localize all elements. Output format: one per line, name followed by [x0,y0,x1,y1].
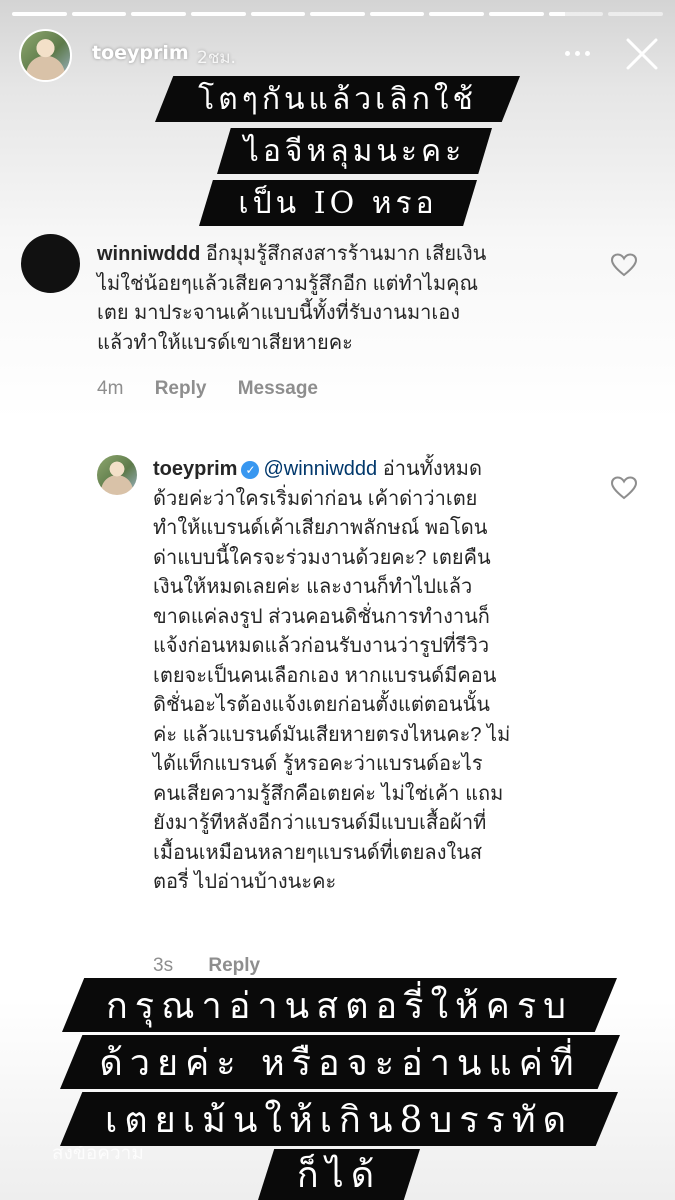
comment-meta: 4m Reply Message [97,378,318,400]
reply-button[interactable]: Reply [155,378,207,399]
story-progress-segment [12,12,67,16]
story-progress-segment [489,12,544,16]
comment-body: winniwddd อีกมุมรู้สึกสงสารร้านมาก เสียเ… [97,240,597,358]
reply-reply-button[interactable]: Reply [208,955,260,976]
reply-line: ยังมารู้ทีหลังอีกว่าแบรนด์มีแบบเสื้อผ้าท… [153,812,487,834]
caption-bottom-line-4: ก็ได้ [258,1149,420,1200]
story-progress-segment [131,12,186,16]
story-progress-fill [310,12,365,16]
reply-line: ขาดแค่ลงรูป ส่วนคอนดิชั่นการทำงานก็ [153,605,490,628]
commenter-avatar[interactable] [21,234,80,293]
story-progress-fill [131,12,186,16]
story-progress-segment [190,12,246,16]
reply-time: 3s [153,955,174,976]
caption-top-line-2: ไอจีหลุมนะคะ [217,128,492,174]
story-progress-fill [250,12,306,16]
story-progress-bar [12,12,664,16]
comment-line: แล้วทำให้แบรด์เขาเสียหายคะ [97,331,353,354]
verified-badge-icon: ✓ [241,461,260,479]
reply-line: ได้แท็กแบรนด์ รู้หรอคะว่าแบรนด์อะไร [153,753,483,775]
caption-bottom-line-2: ด้วยค่ะ หรือจะอ่านแค่ที่ [60,1035,620,1089]
reply-mention-link[interactable]: @winniwddd [263,458,377,480]
reply-meta: 3s Reply [153,955,260,977]
caption-top-line-1: โตๆกันแล้วเลิกใช้ [155,76,520,122]
story-progress-segment [429,12,485,16]
comment-line: ไม่ใช่น้อยๆแล้วเสียความรู้สึกอีก แต่ทำไม… [97,272,479,295]
reply-line: เตยจะเป็นคนเลือกเอง หากแบรนด์มีคอน [153,664,497,687]
more-dots-icon[interactable] [560,38,594,68]
comment-time: 4m [97,378,124,399]
story-progress-segment [369,12,425,16]
story-author-username[interactable]: toeyprim [92,42,189,64]
story-progress-fill [369,12,425,16]
story-progress-segment [310,12,365,16]
story-progress-fill [190,12,246,16]
reply-line: ทำให้แบรนด์เค้าเสียภาพลักษณ์ พอโดน [153,517,488,539]
reply-author-username[interactable]: toeyprim [153,458,237,480]
story-timestamp: 2ชม. [197,48,236,68]
close-icon[interactable] [624,36,660,72]
reply-body: toeyprim ✓ @winniwddd อ่านทั้งหมด ด้วยค่ะว… [153,455,608,898]
reply-line: เงินให้หมดเลยค่ะ และงานก็ทำไปแล้ว [153,576,473,598]
caption-top-line-3: เป็น IO หรอ [199,180,477,226]
heart-icon[interactable] [611,253,637,277]
reply-line: ดิชั่นอะไรต้องแจ้งเตยก่อนตั้งแต่ตอนนั้น [153,694,490,716]
caption-bottom-line-1: กรุณาอ่านสตอรี่ให้ครบ [62,978,617,1032]
reply-line: เมื้อนเหมือนหลายๆแบรนด์ที่เตยลงในส [153,841,483,864]
reply-line: ตอรี่ ไปอ่านบ้างนะคะ [153,871,337,893]
story-progress-fill [548,12,566,16]
comment-line: เตย มาประจานเค้าแบบนี้ทั้งที่รับงานมาเอง [97,302,460,324]
reply-line: อ่านทั้งหมด [382,458,482,480]
reply-author-avatar[interactable] [97,455,137,495]
story-progress-segment [608,12,664,16]
story-progress-fill [429,12,485,16]
story-progress-fill [489,12,544,16]
reply-line: ค่ะ แล้วแบรนด์มันเสียหายตรงไหนคะ? ไม่ [153,723,511,746]
reply-line: ด่าแบบนี้ใครจะร่วมงานด้วยคะ? เตยคืน [153,546,491,569]
story-progress-segment [71,12,127,16]
story-progress-segment [548,12,604,16]
story-progress-fill [71,12,127,16]
story-progress-segment [250,12,306,16]
reply-line: ด้วยค่ะว่าใครเริ่มด่าก่อน เค้าด่าว่าเตย [153,487,478,510]
reply-line: แจ้งก่อนหมดแล้วก่อนรับงานว่ารูปที่รีวิว [153,635,490,657]
heart-icon[interactable] [611,476,637,500]
story-author-avatar[interactable] [19,29,72,82]
comment-line: อีกมุมรู้สึกสงสารร้านมาก เสียเงิน [205,243,487,265]
message-button[interactable]: Message [238,378,318,399]
reply-line: คนเสียความรู้สึกคือเตยค่ะ ไม่ใช่เค้า แถม [153,782,504,805]
story-progress-fill [12,12,67,16]
commenter-username[interactable]: winniwddd [97,243,200,265]
caption-bottom-line-3: เตยเม้นให้เกิน8บรรทัด [60,1092,618,1146]
